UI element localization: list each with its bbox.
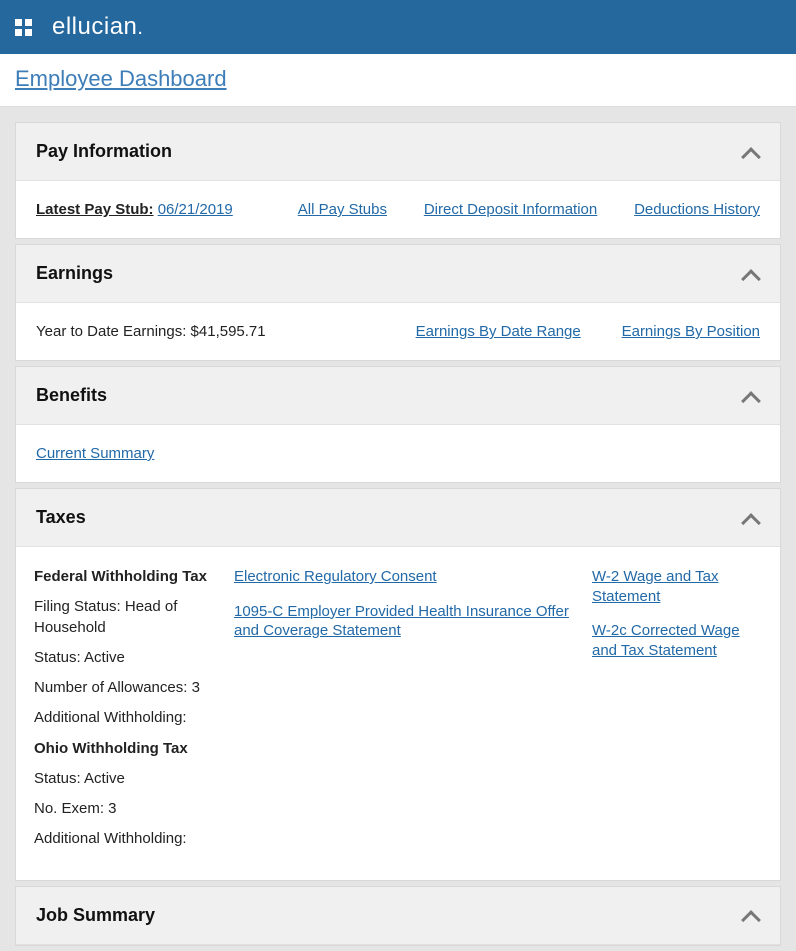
breadcrumb-bar: Employee Dashboard	[0, 54, 796, 107]
all-pay-stubs-link[interactable]: All Pay Stubs	[298, 201, 387, 218]
ytd-earnings-text: Year to Date Earnings: $41,595.71	[36, 323, 266, 340]
benefits-body: Current Summary	[16, 425, 780, 482]
electronic-regulatory-consent-link[interactable]: Electronic Regulatory Consent	[234, 568, 437, 585]
brand-dot: .	[137, 17, 143, 39]
ohio-status-active-text: Status: Active	[34, 769, 214, 789]
taxes-body: Federal Withholding Tax Filing Status: H…	[16, 547, 780, 880]
pay-information-section: Pay Information Latest Pay Stub: 06/21/2…	[15, 122, 781, 239]
earnings-header[interactable]: Earnings	[16, 245, 780, 303]
earnings-section: Earnings Year to Date Earnings: $41,595.…	[15, 244, 781, 361]
taxes-header[interactable]: Taxes	[16, 489, 780, 547]
benefits-section: Benefits Current Summary	[15, 366, 781, 483]
pay-information-title: Pay Information	[36, 141, 172, 162]
latest-pay-stub-label: Latest Pay Stub:	[36, 201, 154, 218]
breadcrumb-link[interactable]: Employee Dashboard	[15, 66, 227, 91]
federal-withholding-heading: Federal Withholding Tax	[34, 567, 214, 587]
job-summary-section: Job Summary	[15, 886, 781, 946]
current-summary-link[interactable]: Current Summary	[36, 445, 154, 462]
pay-information-header[interactable]: Pay Information	[16, 123, 780, 181]
latest-pay-stub-block: Latest Pay Stub: 06/21/2019	[36, 201, 233, 218]
filing-status-text: Filing Status: Head of Household	[34, 597, 214, 638]
job-summary-header[interactable]: Job Summary	[16, 887, 780, 945]
latest-pay-stub-date-link[interactable]: 06/21/2019	[158, 201, 233, 218]
tax-right-col: W-2 Wage and Tax Statement W-2c Correcte…	[592, 567, 762, 860]
ohio-addl-withholding-text: Additional Withholding:	[34, 829, 214, 849]
status-active-text: Status: Active	[34, 648, 214, 668]
addl-withholding-text: Additional Withholding:	[34, 708, 214, 728]
deductions-history-link[interactable]: Deductions History	[634, 201, 760, 218]
w2c-link[interactable]: W-2c Corrected Wage and Tax Statement	[592, 622, 740, 659]
no-exem-text: No. Exem: 3	[34, 799, 214, 819]
earnings-title: Earnings	[36, 263, 113, 284]
earnings-by-date-range-link[interactable]: Earnings By Date Range	[416, 323, 581, 340]
brand-label: ellucian.	[52, 13, 143, 41]
tax-middle-col: Electronic Regulatory Consent 1095-C Emp…	[234, 567, 572, 860]
benefits-title: Benefits	[36, 385, 107, 406]
pay-information-body: Latest Pay Stub: 06/21/2019 All Pay Stub…	[16, 181, 780, 238]
earnings-by-position-link[interactable]: Earnings By Position	[622, 323, 760, 340]
content-area: Pay Information Latest Pay Stub: 06/21/2…	[0, 107, 796, 951]
direct-deposit-link[interactable]: Direct Deposit Information	[424, 201, 597, 218]
taxes-title: Taxes	[36, 507, 86, 528]
allowances-text: Number of Allowances: 3	[34, 678, 214, 698]
brand-text: ellucian	[52, 13, 137, 40]
job-summary-title: Job Summary	[36, 905, 155, 926]
top-bar: ellucian.	[0, 0, 796, 54]
tax-left-col: Federal Withholding Tax Filing Status: H…	[34, 567, 214, 860]
benefits-header[interactable]: Benefits	[16, 367, 780, 425]
earnings-body: Year to Date Earnings: $41,595.71 Earnin…	[16, 303, 780, 360]
taxes-section: Taxes Federal Withholding Tax Filing Sta…	[15, 488, 781, 881]
ohio-withholding-heading: Ohio Withholding Tax	[34, 739, 214, 759]
apps-icon[interactable]	[15, 19, 32, 36]
1095c-link[interactable]: 1095-C Employer Provided Health Insuranc…	[234, 603, 569, 640]
w2-link[interactable]: W-2 Wage and Tax Statement	[592, 568, 718, 605]
